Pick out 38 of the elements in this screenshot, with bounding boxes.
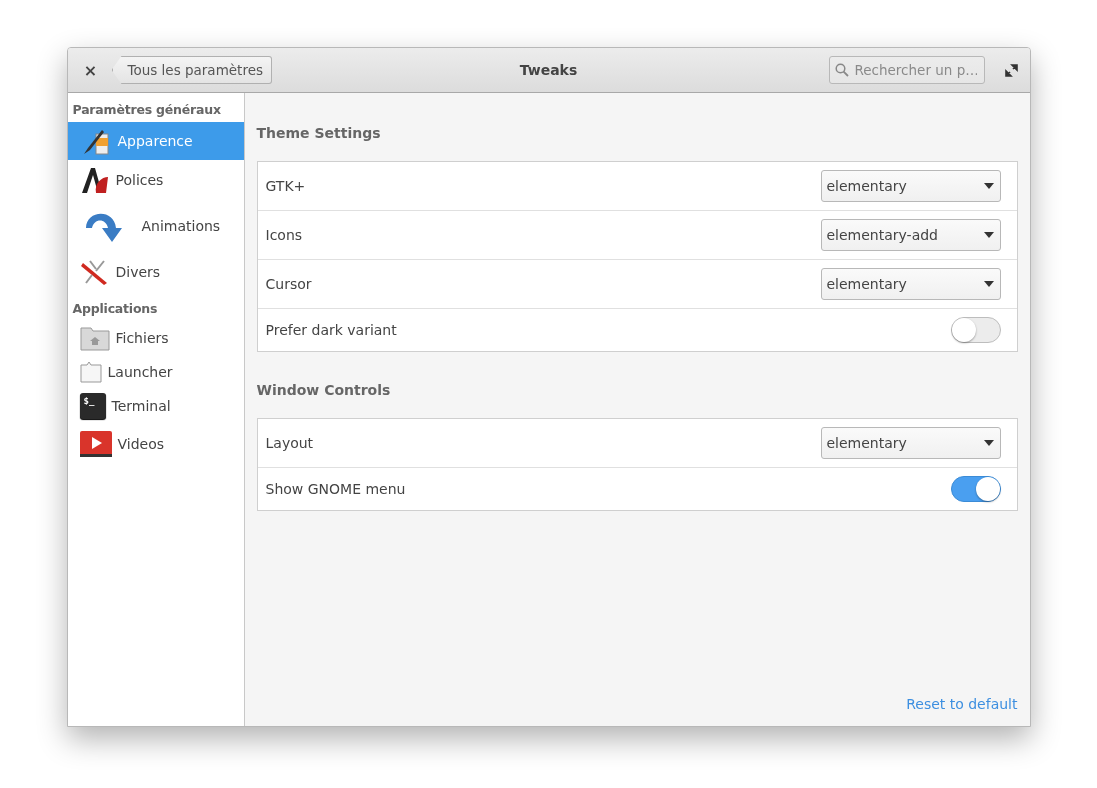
sidebar-item[interactable]: Animations	[67, 200, 244, 252]
search-icon	[834, 63, 849, 77]
sidebar-item[interactable]: Divers	[67, 252, 244, 292]
dropdown[interactable]: elementary	[820, 427, 1001, 459]
setting-label: Layout	[265, 435, 314, 451]
sidebar-item[interactable]: Videos	[67, 423, 244, 465]
folder-icon	[79, 325, 110, 351]
setting-label: Cursor	[265, 276, 312, 292]
maximize-icon[interactable]	[1004, 63, 1018, 77]
setting-label: Prefer dark variant	[265, 322, 397, 338]
caret-icon	[983, 440, 994, 446]
sidebar-item[interactable]: $_ Terminal	[67, 389, 244, 423]
window-title: Tweaks	[519, 62, 578, 78]
sidebar-item[interactable]: Fichiers	[67, 321, 244, 355]
group-title: Theme Settings	[256, 125, 382, 141]
caret-icon	[983, 183, 994, 189]
caret-icon	[983, 281, 994, 287]
setting-label: GTK+	[265, 178, 306, 194]
toggle-switch[interactable]	[950, 476, 1001, 502]
sidebar-heading: Paramètres généraux	[71, 101, 222, 119]
setting-label: Show GNOME menu	[265, 481, 406, 497]
setting-label: Icons	[265, 227, 303, 243]
search-field[interactable]: Rechercher un p…	[828, 56, 985, 84]
folder-icon	[79, 361, 102, 383]
caret-icon	[983, 232, 994, 238]
group-title: Window Controls	[256, 382, 392, 398]
sidebar-item[interactable]: Polices	[67, 160, 244, 200]
dropdown[interactable]: elementary	[820, 170, 1001, 202]
dropdown[interactable]: elementary	[820, 268, 1001, 300]
terminal-icon: $_	[79, 393, 106, 419]
sidebar-item[interactable]: Launcher	[67, 355, 244, 389]
close-button[interactable]: ×	[77, 60, 104, 80]
font-icon	[79, 165, 110, 195]
dropdown[interactable]: elementary-add	[820, 219, 1001, 251]
back-button[interactable]: Tous les paramètres	[111, 56, 272, 84]
video-icon	[79, 430, 112, 458]
toggle-switch[interactable]	[950, 317, 1001, 343]
sidebar-heading: Applications	[71, 300, 159, 318]
